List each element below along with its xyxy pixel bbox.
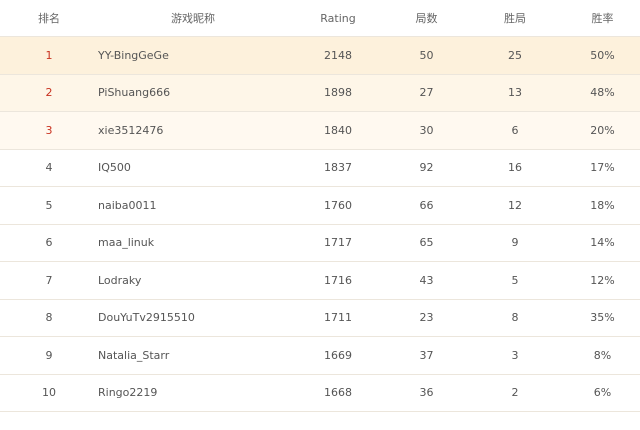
games-cell: 66 [419,198,434,212]
header-wins[interactable]: 胜局 [465,10,565,26]
table-row[interactable]: 3 xie3512476 1840 30 6 20% [0,112,640,150]
wins-cell: 8 [511,311,519,325]
games-cell: 23 [419,311,434,325]
wins-cell: 9 [511,236,519,250]
player-name[interactable]: Lodraky [98,274,288,287]
rate-cell: 6% [593,386,612,400]
wins-cell: 12 [508,198,522,212]
header-rate[interactable]: 胜率 [565,10,640,26]
table-row[interactable]: 10 Ringo2219 1668 36 2 6% [0,375,640,412]
rank-cell: 3 [45,123,53,137]
player-name[interactable]: IQ500 [98,161,288,174]
rate-cell: 12% [590,273,615,287]
table-row[interactable]: 8 DouYuTv2915510 1711 23 8 35% [0,300,640,337]
rating-cell: 1717 [324,236,352,250]
table-row[interactable]: 9 Natalia_Starr 1669 37 3 8% [0,337,640,375]
table-row[interactable]: 7 Lodraky 1716 43 5 12% [0,262,640,300]
wins-cell: 13 [508,86,522,100]
player-name[interactable]: xie3512476 [98,124,288,137]
games-cell: 37 [419,348,434,362]
games-cell: 36 [419,386,434,400]
wins-cell: 2 [511,386,519,400]
games-cell: 30 [419,123,434,137]
rank-cell: 10 [42,386,56,400]
rating-cell: 1760 [324,198,352,212]
table-header: 排名 游戏昵称 Rating 局数 胜局 胜率 [0,0,640,37]
header-rating[interactable]: Rating [288,12,388,25]
rating-cell: 1668 [324,386,352,400]
wins-cell: 16 [508,161,522,175]
rate-cell: 14% [590,236,615,250]
rating-cell: 1669 [324,348,352,362]
rate-cell: 17% [590,161,615,175]
rating-cell: 1716 [324,273,352,287]
rank-cell: 1 [45,48,53,62]
rank-cell: 4 [45,161,53,175]
rating-cell: 1840 [324,123,352,137]
rank-cell: 8 [45,311,53,325]
header-name[interactable]: 游戏昵称 [98,10,288,26]
rank-cell: 9 [45,348,53,362]
rate-cell: 35% [590,311,615,325]
rank-cell: 7 [45,273,53,287]
player-name[interactable]: Natalia_Starr [98,349,288,362]
player-name[interactable]: naiba0011 [98,199,288,212]
rating-cell: 1898 [324,86,352,100]
player-name[interactable]: maa_linuk [98,236,288,249]
games-cell: 27 [419,86,434,100]
rank-cell: 6 [45,236,53,250]
games-cell: 65 [419,236,434,250]
games-cell: 92 [419,161,434,175]
rating-cell: 2148 [324,48,352,62]
leaderboard-table: 排名 游戏昵称 Rating 局数 胜局 胜率 1 YY-BingGeGe 21… [0,0,640,412]
rate-cell: 18% [590,198,615,212]
player-name[interactable]: YY-BingGeGe [98,49,288,62]
table-row[interactable]: 1 YY-BingGeGe 2148 50 25 50% [0,37,640,75]
rate-cell: 8% [593,348,612,362]
wins-cell: 25 [508,48,522,62]
table-row[interactable]: 5 naiba0011 1760 66 12 18% [0,187,640,225]
rank-cell: 5 [45,198,53,212]
table-row[interactable]: 4 IQ500 1837 92 16 17% [0,150,640,187]
rating-cell: 1711 [324,311,352,325]
rate-cell: 20% [590,123,615,137]
player-name[interactable]: DouYuTv2915510 [98,311,288,324]
games-cell: 43 [419,273,434,287]
wins-cell: 5 [511,273,519,287]
header-games[interactable]: 局数 [388,10,465,26]
player-name[interactable]: PiShuang666 [98,86,288,99]
rank-cell: 2 [45,86,53,100]
player-name[interactable]: Ringo2219 [98,386,288,399]
table-row[interactable]: 6 maa_linuk 1717 65 9 14% [0,225,640,262]
rating-cell: 1837 [324,161,352,175]
header-rank[interactable]: 排名 [0,10,98,26]
rate-cell: 50% [590,48,615,62]
wins-cell: 3 [511,348,519,362]
wins-cell: 6 [511,123,519,137]
rate-cell: 48% [590,86,615,100]
games-cell: 50 [419,48,434,62]
table-row[interactable]: 2 PiShuang666 1898 27 13 48% [0,74,640,112]
